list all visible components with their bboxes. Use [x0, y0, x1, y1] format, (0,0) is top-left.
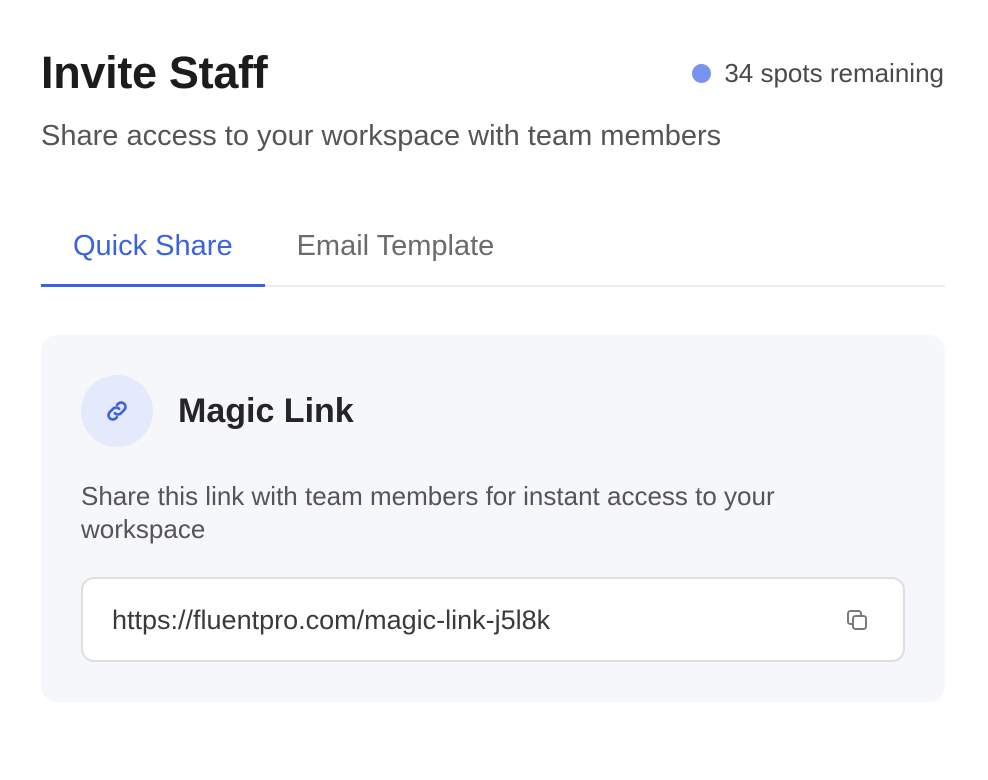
magic-link-field[interactable]: https://fluentpro.com/magic-link-j5l8k: [81, 577, 905, 662]
spots-remaining-badge: 34 spots remaining: [692, 58, 944, 88]
page-subtitle: Share access to your workspace with team…: [41, 120, 722, 152]
spots-remaining-text: 34 spots remaining: [724, 58, 944, 88]
header: Invite Staff 34 spots remaining: [41, 46, 944, 100]
page-title: Invite Staff: [41, 47, 268, 98]
copy-icon[interactable]: [843, 606, 871, 634]
invite-staff-panel: Invite Staff 34 spots remaining Share ac…: [0, 0, 988, 780]
tab-quick-share[interactable]: Quick Share: [41, 214, 265, 287]
status-dot-icon: [692, 63, 712, 83]
magic-link-title: Magic Link: [178, 392, 354, 430]
magic-link-description: Share this link with team members for in…: [81, 481, 775, 544]
tab-email-template[interactable]: Email Template: [265, 214, 527, 287]
magic-link-card: Magic Link Share this link with team mem…: [41, 335, 945, 702]
link-icon: [81, 375, 153, 447]
tab-bar: Quick Share Email Template: [41, 214, 945, 287]
magic-link-url[interactable]: https://fluentpro.com/magic-link-j5l8k: [112, 604, 550, 636]
magic-link-header: Magic Link: [81, 375, 354, 447]
